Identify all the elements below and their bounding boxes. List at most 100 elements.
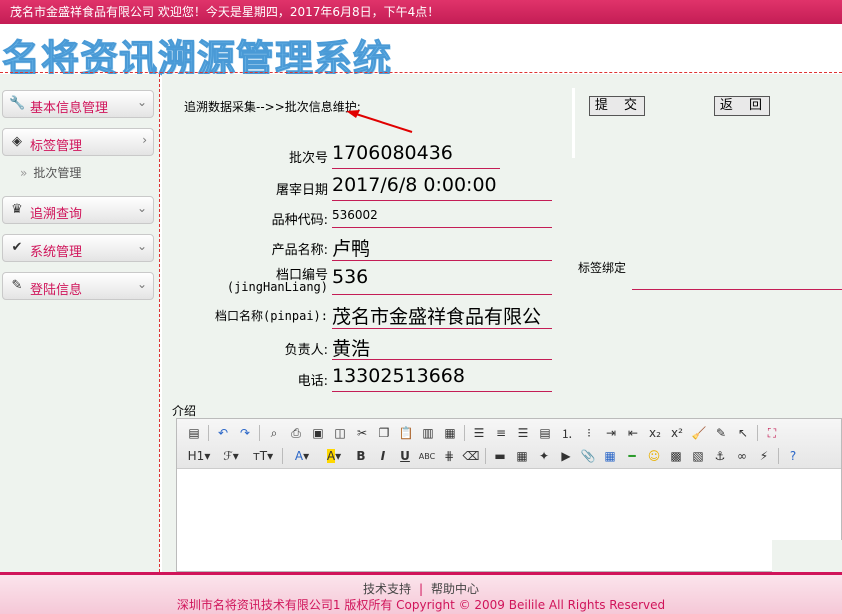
panel-divider bbox=[572, 88, 575, 158]
help-icon[interactable]: ? bbox=[782, 446, 804, 466]
print-icon[interactable]: ⎙ bbox=[285, 423, 307, 443]
line-height-icon[interactable]: ⋕ bbox=[438, 446, 460, 466]
sidebar-item-basic-info[interactable]: 🔧 基本信息管理 ⌄ bbox=[2, 90, 154, 118]
pointer-icon[interactable]: ↖ bbox=[732, 423, 754, 443]
chevron-right-icon: › bbox=[142, 133, 147, 147]
source-icon[interactable]: ▤ bbox=[183, 423, 205, 443]
code-icon[interactable]: ◫ bbox=[329, 423, 351, 443]
italic-icon[interactable]: I bbox=[372, 446, 394, 466]
help-link[interactable]: 帮助中心 bbox=[431, 582, 479, 596]
submit-button[interactable]: 提 交 bbox=[589, 96, 645, 116]
image-insert-icon[interactable]: ▬ bbox=[489, 446, 511, 466]
indent-icon[interactable]: ⇥ bbox=[600, 423, 622, 443]
emoticon-icon[interactable]: ☺ bbox=[643, 446, 665, 466]
subscript-icon[interactable]: x₂ bbox=[644, 423, 666, 443]
hr-icon[interactable]: ━ bbox=[621, 446, 643, 466]
superscript-icon[interactable]: x² bbox=[666, 423, 688, 443]
sidebar-item-label: 基本信息管理 bbox=[30, 101, 109, 116]
underline-icon[interactable]: U bbox=[394, 446, 416, 466]
field-underline bbox=[332, 168, 500, 169]
phone-input[interactable]: 13302513668 bbox=[332, 365, 552, 387]
stall-number-input[interactable]: 536 bbox=[332, 266, 552, 288]
field-underline bbox=[332, 391, 552, 392]
template-icon[interactable]: ▣ bbox=[307, 423, 329, 443]
toolbar-row-2: H1 ▾ ℱ ▾ ᴛT ▾ A ▾ A ▾ B I U ABC ⋕ ⌫ ▬ ▦ ✦ ▶ 📎… bbox=[183, 445, 804, 467]
strikethrough-icon[interactable]: ABC bbox=[416, 446, 438, 466]
outdent-icon[interactable]: ⇤ bbox=[622, 423, 644, 443]
align-right-icon[interactable]: ☰ bbox=[512, 423, 534, 443]
flash-icon[interactable]: ✦ bbox=[533, 446, 555, 466]
wrench-icon: 🔧 bbox=[9, 96, 26, 111]
sidebar-item-trace-query[interactable]: ♛ 追溯查询 ⌄ bbox=[2, 196, 154, 224]
eraser-icon[interactable]: ⌫ bbox=[460, 446, 482, 466]
batch-number-input[interactable]: 1706080436 bbox=[332, 142, 500, 164]
field-underline bbox=[332, 294, 552, 295]
slaughter-date-input[interactable]: 2017/6/8 0:00:00 bbox=[332, 174, 552, 196]
font-size-select[interactable]: ᴛT ▾ bbox=[247, 446, 279, 466]
select-all-icon[interactable]: ✎ bbox=[710, 423, 732, 443]
variety-code-input[interactable]: 536002 bbox=[332, 208, 552, 222]
attachment-icon[interactable]: 📎 bbox=[577, 446, 599, 466]
toolbar-separator bbox=[282, 448, 283, 464]
sidebar-item-system[interactable]: ✔ 系统管理 ⌄ bbox=[2, 234, 154, 262]
paste-word-icon[interactable]: ▦ bbox=[439, 423, 461, 443]
media-icon[interactable]: ▶ bbox=[555, 446, 577, 466]
welcome-text: 茂名市金盛祥食品有限公司 欢迎您！今天是星期四，2017年6月8日，下午4点！ bbox=[10, 5, 440, 19]
header-divider bbox=[0, 72, 842, 73]
field-label: 负责人: bbox=[284, 343, 328, 358]
chevron-down-icon: ⌄ bbox=[136, 277, 147, 291]
anchor-icon[interactable]: ⚓ bbox=[709, 446, 731, 466]
field-underline bbox=[332, 200, 552, 201]
bold-icon[interactable]: B bbox=[350, 446, 372, 466]
sidebar-subitem-label: 批次管理 bbox=[33, 166, 82, 180]
chevron-down-icon: ⌄ bbox=[136, 201, 147, 215]
align-justify-icon[interactable]: ▤ bbox=[534, 423, 556, 443]
font-color-icon[interactable]: A ▾ bbox=[286, 446, 318, 466]
preview-icon[interactable]: ⌕ bbox=[263, 423, 285, 443]
unlink-icon[interactable]: ⚡ bbox=[753, 446, 775, 466]
sidebar-item-label: 标签管理 bbox=[30, 139, 83, 154]
back-button[interactable]: 返 回 bbox=[714, 96, 770, 116]
crown-icon: ♛ bbox=[11, 202, 23, 217]
manager-input[interactable]: 黄浩 bbox=[332, 334, 552, 361]
align-left-icon[interactable]: ☰ bbox=[468, 423, 490, 443]
heading-select[interactable]: H1 ▾ bbox=[183, 446, 215, 466]
tag-bind-input[interactable] bbox=[632, 289, 842, 290]
sidebar-item-tags[interactable]: ◈ 标签管理 › bbox=[2, 128, 154, 156]
table-icon[interactable]: ▦ bbox=[599, 446, 621, 466]
sidebar-item-login-info[interactable]: ✎ 登陆信息 ⌄ bbox=[2, 272, 154, 300]
stall-name-input[interactable]: 茂名市金盛祥食品有限公 bbox=[332, 302, 552, 329]
footer: 技术支持 | 帮助中心 深圳市名将资讯技术有限公司1 版权所有 Copyright … bbox=[0, 572, 842, 614]
redo-icon[interactable]: ↷ bbox=[234, 423, 256, 443]
red-arrow-annotation bbox=[346, 110, 413, 133]
field-underline bbox=[332, 227, 552, 228]
welcome-bar: 茂名市金盛祥食品有限公司 欢迎您！今天是星期四，2017年6月8日，下午4点！ bbox=[0, 0, 842, 24]
map-icon[interactable]: ▩ bbox=[665, 446, 687, 466]
align-center-icon[interactable]: ≡ bbox=[490, 423, 512, 443]
support-link[interactable]: 技术支持 bbox=[363, 582, 411, 596]
double-arrow-icon: » bbox=[20, 166, 28, 180]
font-family-select[interactable]: ℱ ▾ bbox=[215, 446, 247, 466]
toolbar-separator bbox=[259, 425, 260, 441]
multi-image-icon[interactable]: ▦ bbox=[511, 446, 533, 466]
editor-content-area[interactable] bbox=[177, 470, 841, 571]
paste-text-icon[interactable]: ▥ bbox=[417, 423, 439, 443]
field-underline bbox=[332, 260, 552, 261]
code-block-icon[interactable]: ▧ bbox=[687, 446, 709, 466]
sidebar-subitem-batch[interactable]: » 批次管理 bbox=[20, 164, 81, 181]
fullscreen-icon[interactable]: ⛶ bbox=[761, 423, 783, 443]
pencil-icon: ✎ bbox=[11, 278, 23, 293]
tag-bind-label: 标签绑定 bbox=[578, 261, 627, 275]
toolbar-separator bbox=[208, 425, 209, 441]
product-name-input[interactable]: 卢鸭 bbox=[332, 234, 552, 261]
clear-format-icon[interactable]: 🧹 bbox=[688, 423, 710, 443]
cut-icon[interactable]: ✂ bbox=[351, 423, 373, 443]
paste-icon[interactable]: 📋 bbox=[395, 423, 417, 443]
sidebar-item-label: 系统管理 bbox=[30, 245, 83, 260]
link-icon[interactable]: ∞ bbox=[731, 446, 753, 466]
ordered-list-icon[interactable]: ⒈ bbox=[556, 423, 578, 443]
unordered-list-icon[interactable]: ⁝ bbox=[578, 423, 600, 443]
highlight-color-icon[interactable]: A ▾ bbox=[318, 446, 350, 466]
copy-icon[interactable]: ❐ bbox=[373, 423, 395, 443]
undo-icon[interactable]: ↶ bbox=[212, 423, 234, 443]
